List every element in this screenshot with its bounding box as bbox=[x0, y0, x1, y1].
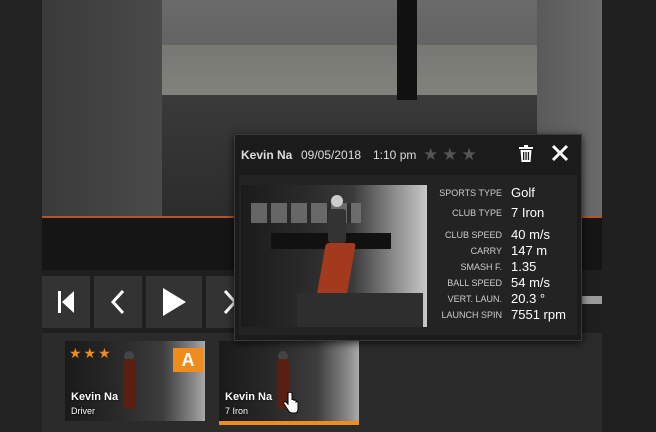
play-button[interactable] bbox=[146, 276, 202, 328]
delete-button[interactable] bbox=[519, 145, 533, 167]
popup-body: SPORTS TYPE Golf CLUB TYPE 7 Iron CLUB S… bbox=[239, 175, 577, 335]
stat-row: CLUB SPEED 40 m/s bbox=[431, 227, 577, 243]
stat-row: LAUNCH SPIN 7551 rpm bbox=[431, 307, 577, 323]
popup-header: Kevin Na 09/05/2018 1:10 pm ★★★ bbox=[235, 135, 581, 173]
stat-label: CLUB SPEED bbox=[444, 230, 502, 240]
stat-row: SPORTS TYPE Golf bbox=[431, 185, 577, 201]
stat-value: 54 m/s bbox=[511, 275, 551, 290]
skip-start-button[interactable] bbox=[42, 276, 90, 328]
stat-label: VERT. LAUN. bbox=[447, 294, 502, 304]
thumbnail-golfer bbox=[123, 359, 135, 409]
grade-badge: A bbox=[173, 348, 203, 372]
stat-row: VERT. LAUN. 20.3 ° bbox=[431, 291, 577, 307]
stat-value: 7551 rpm bbox=[511, 307, 566, 322]
hand-cursor-icon bbox=[283, 392, 299, 414]
thumbnail-club: 7 Iron bbox=[225, 406, 249, 416]
stat-value: Golf bbox=[511, 185, 535, 200]
stat-row: BALL SPEED 54 m/s bbox=[431, 275, 577, 291]
stat-row: SMASH F. 1.35 bbox=[431, 259, 577, 275]
right-panel bbox=[602, 0, 656, 432]
left-panel bbox=[0, 0, 42, 432]
thumbnail-player-name: Kevin Na bbox=[71, 391, 119, 403]
stat-label: CARRY bbox=[470, 246, 502, 256]
rating-stars: ★★★ bbox=[69, 345, 113, 361]
shot-stats: SPORTS TYPE Golf CLUB TYPE 7 Iron CLUB S… bbox=[431, 185, 577, 323]
stat-label: SMASH F. bbox=[460, 262, 502, 272]
stat-value: 7 Iron bbox=[511, 205, 545, 220]
thumbnail-player-name: Kevin Na bbox=[225, 391, 273, 403]
video-golfer bbox=[397, 0, 417, 100]
trash-icon bbox=[519, 145, 533, 162]
stat-value: 40 m/s bbox=[511, 227, 551, 242]
stat-row: CLUB TYPE 7 Iron bbox=[431, 205, 577, 221]
selected-indicator bbox=[219, 421, 359, 425]
previous-button[interactable] bbox=[94, 276, 142, 328]
stat-value: 1.35 bbox=[511, 259, 537, 274]
preview-golfer-body bbox=[328, 209, 346, 243]
close-button[interactable] bbox=[551, 144, 569, 167]
thumbnail-club: Driver bbox=[71, 406, 95, 416]
shot-date: 09/05/2018 bbox=[301, 148, 362, 162]
shot-detail-popup: Kevin Na 09/05/2018 1:10 pm ★★★ SPORTS T… bbox=[234, 134, 582, 341]
video-frame-left bbox=[42, 0, 162, 216]
preview-golfer-head bbox=[331, 195, 343, 207]
stat-label: BALL SPEED bbox=[447, 278, 502, 288]
stat-label: SPORTS TYPE bbox=[439, 188, 502, 198]
player-name: Kevin Na bbox=[241, 148, 293, 162]
shot-time: 1:10 pm bbox=[373, 148, 417, 162]
stat-row: CARRY 147 m bbox=[431, 243, 577, 259]
stat-label: LAUNCH SPIN bbox=[441, 310, 502, 320]
skip-start-icon bbox=[58, 291, 74, 313]
close-icon bbox=[551, 144, 569, 162]
stat-value: 147 m bbox=[511, 243, 548, 258]
stat-label: CLUB TYPE bbox=[452, 208, 502, 218]
shot-thumbnail[interactable]: ★★★ A Kevin Na Driver bbox=[65, 341, 205, 421]
stat-value: 20.3 ° bbox=[511, 291, 546, 306]
shot-video-preview[interactable] bbox=[241, 185, 427, 327]
play-icon bbox=[163, 288, 186, 316]
preview-golfer-legs bbox=[316, 243, 356, 299]
previous-icon bbox=[110, 289, 125, 315]
preview-hitting-mat bbox=[297, 293, 423, 327]
rating-stars[interactable]: ★★★ bbox=[423, 145, 481, 165]
